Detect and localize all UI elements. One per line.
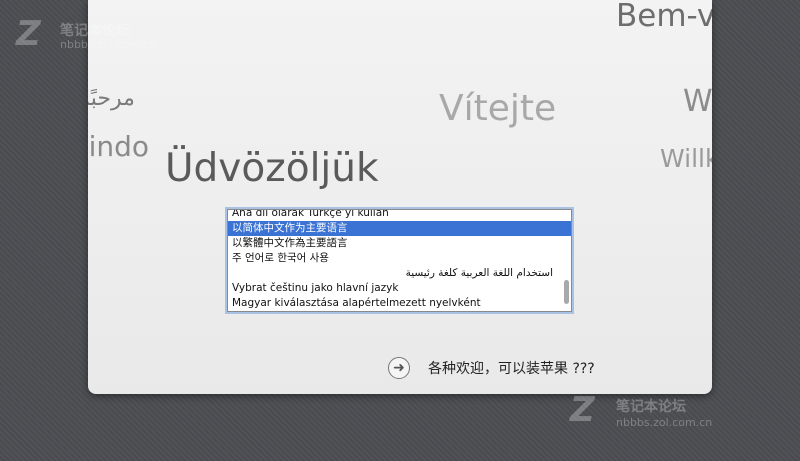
watermark-logo: Z [570, 390, 595, 430]
greeting-partial-w: W [683, 84, 712, 119]
language-option-hungarian[interactable]: Magyar kiválasztása alapértelmezett nyel… [228, 296, 571, 311]
language-option-simplified-chinese[interactable]: 以简体中文作为主要语言 [228, 221, 571, 236]
right-arrow-circle-icon[interactable]: ➜ [388, 357, 410, 379]
greeting-partial-vindo: vindo [88, 130, 149, 163]
language-list[interactable]: Ana dil olarak Türkçe’yi kullan 以简体中文作为主… [227, 209, 572, 312]
greeting-hungarian: Üdvözöljük [165, 146, 379, 191]
watermark-url: nbbbs.zol.com.cn [616, 416, 713, 429]
language-option-czech[interactable]: Vybrat češtinu jako hlavní jazyk [228, 281, 571, 296]
language-option-turkish[interactable]: Ana dil olarak Türkçe’yi kullan [228, 210, 571, 221]
watermark-title: 笔记本论坛 [616, 399, 686, 415]
list-scrollbar[interactable] [564, 280, 569, 304]
watermark-title: 笔记本论坛 [60, 23, 130, 39]
watermark-bottom: Z 笔记本论坛 nbbbs.zol.com.cn [570, 390, 790, 438]
language-option-traditional-chinese[interactable]: 以繁體中文作為主要語言 [228, 236, 571, 251]
continue-label: 各种欢迎，可以装苹果 ??? [428, 361, 595, 377]
greeting-arabic: مرحبًا [88, 86, 135, 111]
greeting-german: Willk [660, 144, 712, 173]
watermark-logo: Z [16, 14, 41, 54]
language-option-arabic[interactable]: استخدام اللغة العربية كلغة رئيسية [228, 266, 571, 281]
watermark-top: Z 笔记本论坛 nbbbs.zol.com.cn [16, 14, 236, 62]
language-option-korean[interactable]: 주 언어로 한국어 사용 [228, 251, 571, 266]
greeting-czech: Vítejte [439, 88, 557, 129]
watermark-url: nbbbs.zol.com.cn [60, 38, 157, 51]
continue-button[interactable]: ➜ 各种欢迎，可以装苹果 ??? [388, 356, 595, 380]
greeting-portuguese: Bem-v [616, 0, 712, 34]
